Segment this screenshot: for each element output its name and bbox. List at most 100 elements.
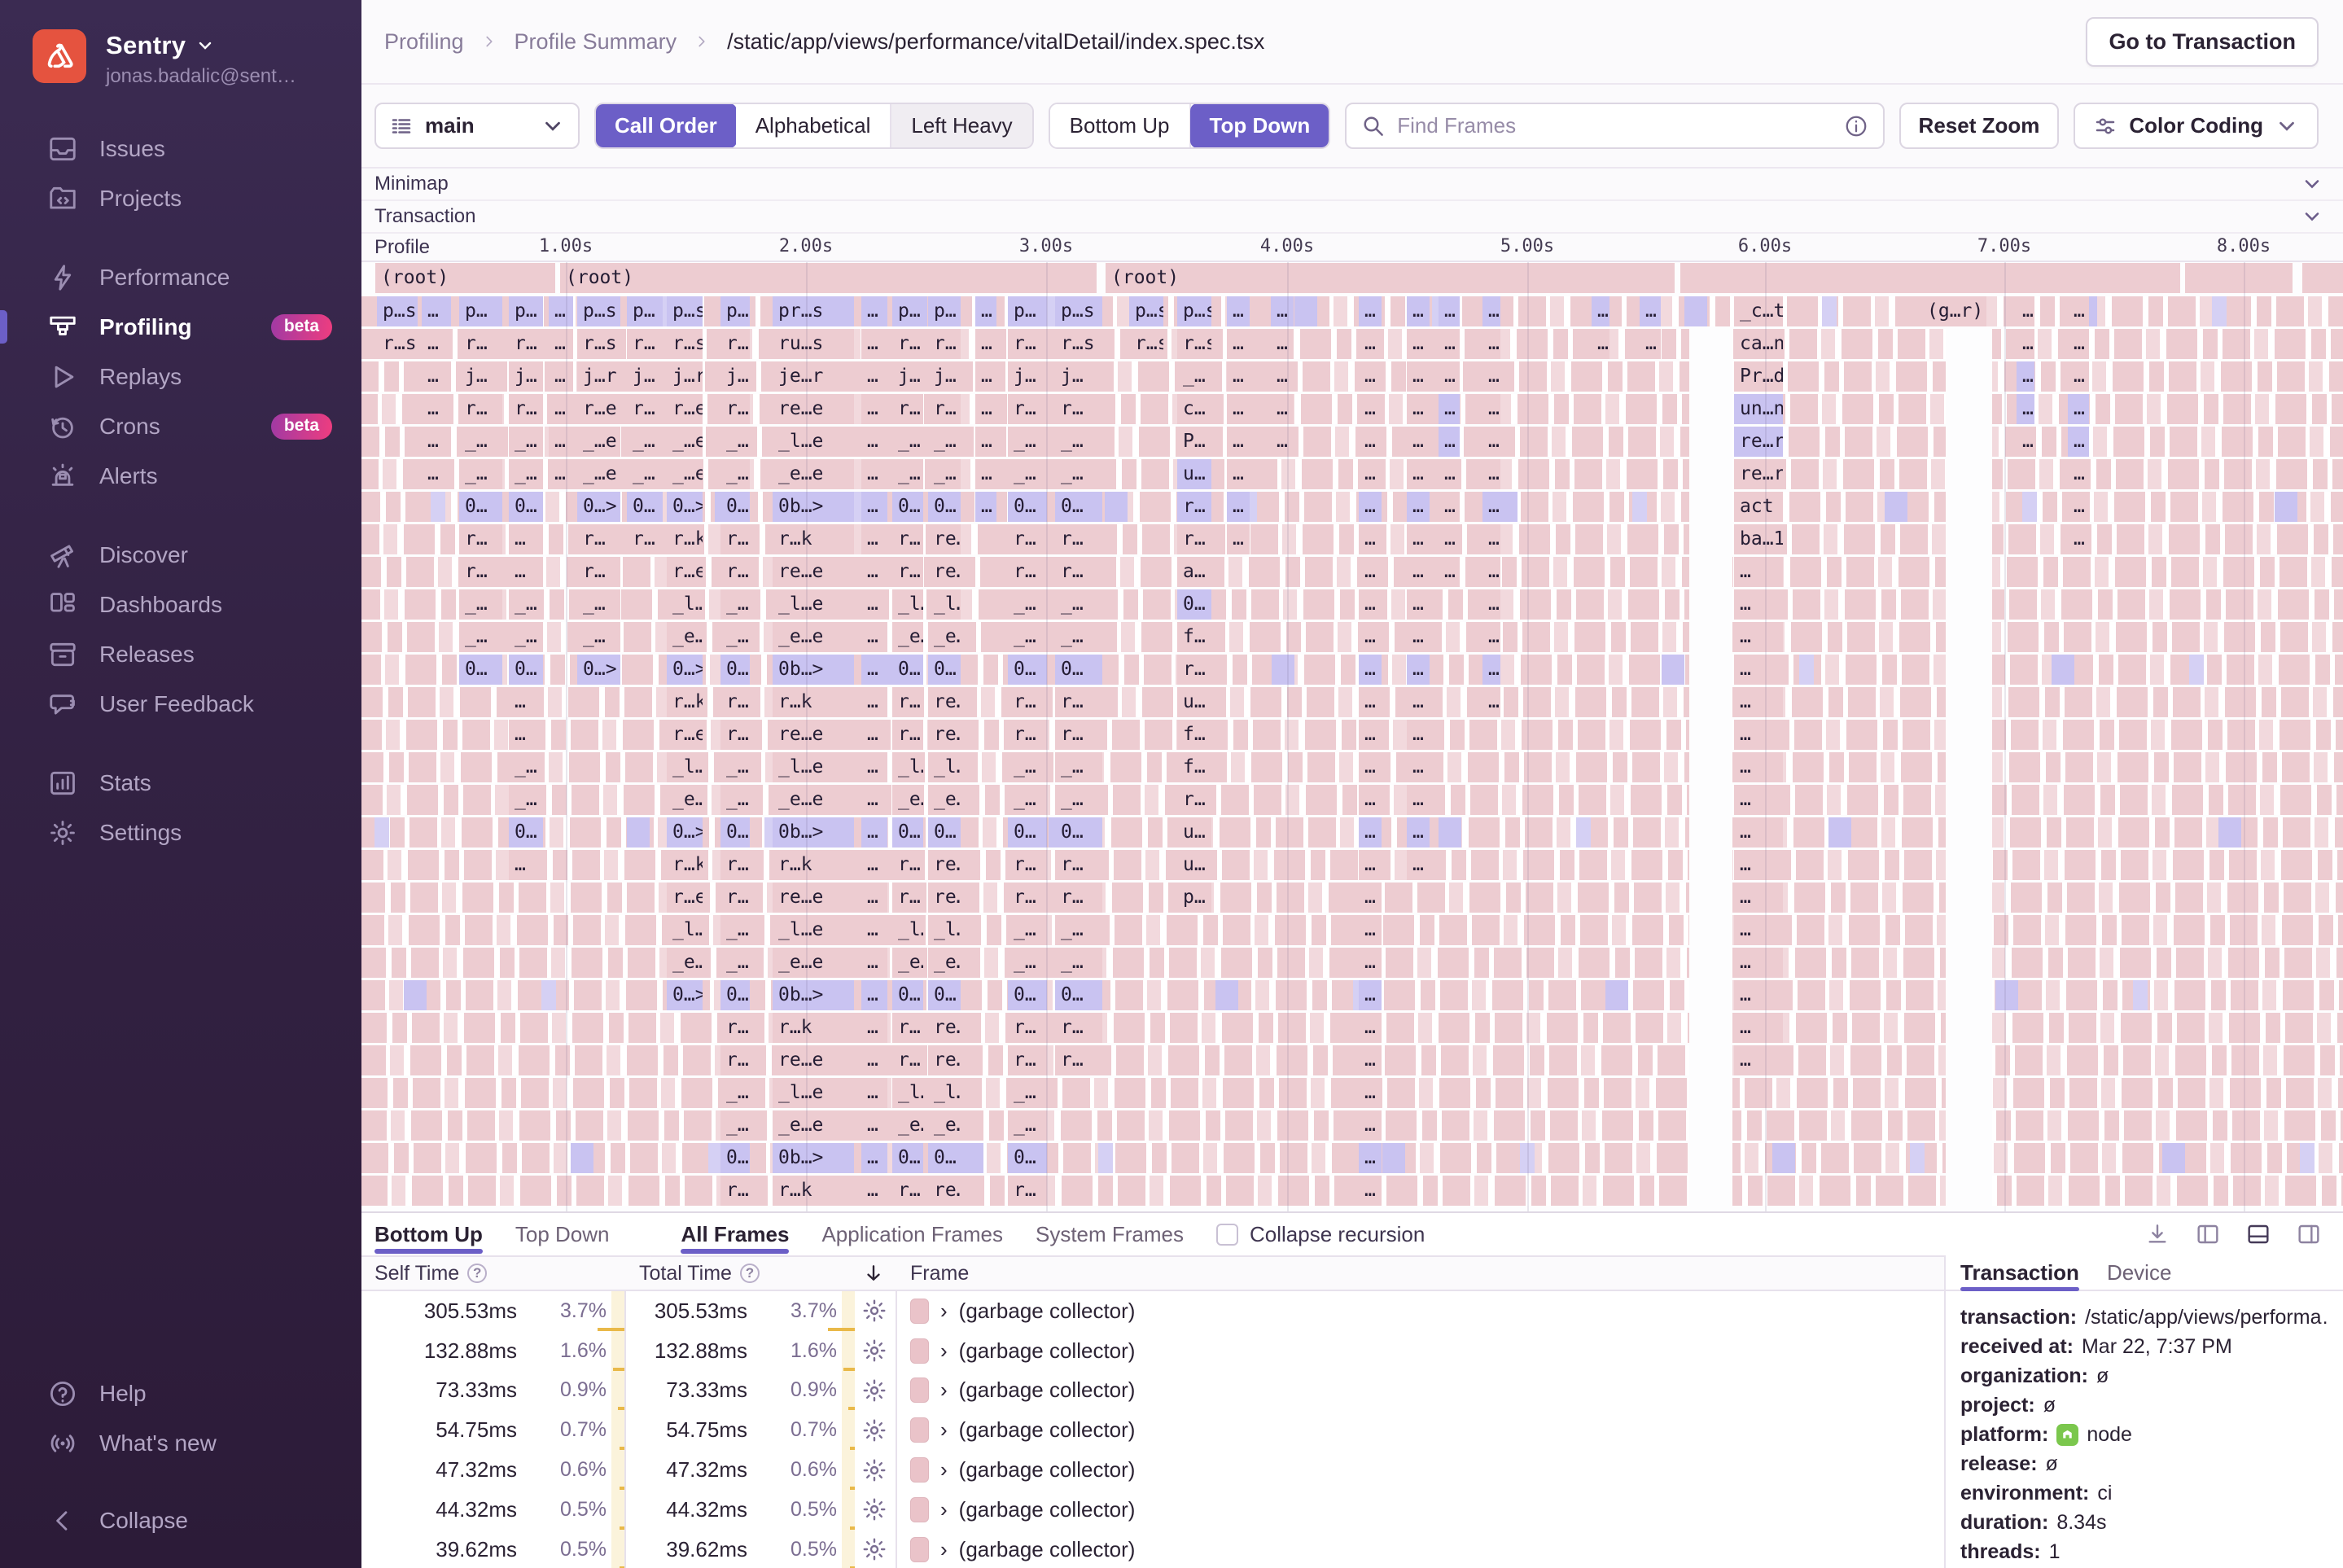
- flame-frame[interactable]: …: [1439, 296, 1460, 326]
- flame-frame[interactable]: …: [1359, 394, 1382, 424]
- gear-icon[interactable]: [861, 1338, 887, 1364]
- flame-frame[interactable]: …: [1271, 361, 1294, 392]
- flame-frame[interactable]: r…: [1055, 1045, 1102, 1075]
- flame-frame[interactable]: pr…s: [773, 296, 854, 326]
- flame-frame[interactable]: r…: [720, 1045, 750, 1075]
- flame-frame[interactable]: 0…: [1008, 817, 1047, 848]
- flame-frame[interactable]: j…: [459, 361, 502, 392]
- flame-frame[interactable]: _…: [1055, 622, 1102, 652]
- flame-frame[interactable]: u…: [1177, 817, 1211, 848]
- flame-frame[interactable]: re…k: [928, 687, 961, 717]
- flame-frame[interactable]: …: [861, 427, 887, 457]
- flame-frame[interactable]: r…: [720, 1176, 750, 1206]
- flame-frame[interactable]: …: [1271, 296, 1294, 326]
- flame-frame[interactable]: r…: [1055, 557, 1102, 587]
- flame-frame[interactable]: r…e: [577, 394, 620, 424]
- flame-frame[interactable]: r…: [1008, 687, 1047, 717]
- collapse-recursion-toggle[interactable]: Collapse recursion: [1216, 1222, 1425, 1247]
- flame-frame[interactable]: …: [549, 296, 573, 326]
- layout-left-icon[interactable]: [2195, 1221, 2221, 1247]
- flame-frame[interactable]: …: [1592, 296, 1609, 326]
- flame-frame[interactable]: _…e: [577, 459, 620, 489]
- search-input[interactable]: [1397, 113, 1833, 138]
- flame-frame[interactable]: _…: [509, 589, 543, 620]
- flame-frame[interactable]: 0…: [459, 655, 502, 685]
- flame-frame[interactable]: r…: [720, 1013, 750, 1043]
- flame-frame[interactable]: _e…: [928, 1110, 961, 1141]
- flame-frame[interactable]: …: [549, 394, 573, 424]
- sort-desc-icon[interactable]: [863, 1263, 884, 1284]
- flame-root-frame[interactable]: (root): [560, 263, 1097, 293]
- flame-frame[interactable]: …: [1734, 655, 1783, 685]
- flame-frame[interactable]: …: [1439, 557, 1460, 587]
- chevron-down-icon[interactable]: [2301, 205, 2323, 228]
- flame-frame[interactable]: …: [975, 361, 996, 392]
- flame-frame[interactable]: p…: [627, 296, 663, 326]
- flame-frame[interactable]: …: [1359, 655, 1382, 685]
- chevron-right-icon[interactable]: ›: [940, 1377, 948, 1403]
- flame-frame[interactable]: r…k: [667, 687, 703, 717]
- gear-icon[interactable]: [861, 1496, 887, 1522]
- flame-frame[interactable]: …: [509, 557, 543, 587]
- flame-frame[interactable]: …: [2017, 427, 2034, 457]
- flame-frame[interactable]: _…: [459, 427, 502, 457]
- flame-frame[interactable]: _…: [1055, 785, 1102, 815]
- flame-frame[interactable]: r…: [928, 394, 961, 424]
- flame-frame[interactable]: 0…: [928, 655, 961, 685]
- sidebar-item-profiling[interactable]: Profiling beta: [0, 302, 361, 352]
- flame-frame[interactable]: …: [1407, 492, 1430, 522]
- flame-frame[interactable]: _l…: [667, 752, 703, 782]
- flame-frame[interactable]: …: [549, 459, 573, 489]
- flame-frame[interactable]: …: [1359, 1078, 1382, 1108]
- flame-frame[interactable]: _…: [720, 915, 750, 945]
- flame-frame[interactable]: _…: [1008, 948, 1047, 978]
- flame-frame[interactable]: …: [1734, 622, 1783, 652]
- flame-frame[interactable]: …: [1407, 361, 1430, 392]
- flame-frame[interactable]: 0b…>: [773, 655, 854, 685]
- flame-frame[interactable]: 0…: [928, 817, 961, 848]
- flame-frame[interactable]: r…: [1055, 394, 1102, 424]
- flame-frame[interactable]: …: [861, 1045, 887, 1075]
- flame-frame[interactable]: _…: [1008, 589, 1047, 620]
- flame-frame[interactable]: r…: [1055, 720, 1102, 750]
- flame-frame[interactable]: …: [861, 459, 887, 489]
- flame-frame[interactable]: …: [1359, 720, 1382, 750]
- chevron-right-icon[interactable]: ›: [940, 1457, 948, 1483]
- flame-frame[interactable]: r…: [892, 557, 923, 587]
- flame-frame[interactable]: …: [549, 427, 573, 457]
- flame-frame[interactable]: …: [1407, 687, 1430, 717]
- flame-frame[interactable]: _…: [509, 427, 543, 457]
- flame-frame[interactable]: 0b…>: [773, 817, 854, 848]
- flame-frame[interactable]: …: [861, 296, 887, 326]
- flame-frame[interactable]: 0…: [509, 817, 543, 848]
- flame-frame[interactable]: _…: [1008, 622, 1047, 652]
- flame-frame[interactable]: …: [1439, 329, 1460, 359]
- flame-frame[interactable]: _e…: [667, 622, 703, 652]
- flame-frame[interactable]: re…e: [928, 557, 961, 587]
- flame-frame[interactable]: _…e: [577, 427, 620, 457]
- color-coding-button[interactable]: Color Coding: [2074, 103, 2319, 149]
- flame-frame[interactable]: …: [861, 1110, 887, 1141]
- flame-frame[interactable]: …: [549, 329, 573, 359]
- flame-frame[interactable]: _…: [459, 622, 502, 652]
- flame-frame[interactable]: _l…: [928, 915, 961, 945]
- table-row[interactable]: 54.75ms 0.7% 54.75ms 0.7% › (garbage collecto…: [361, 1410, 1944, 1451]
- flame-frame[interactable]: 0…: [892, 655, 923, 685]
- flame-frame[interactable]: …: [975, 329, 996, 359]
- flame-frame[interactable]: …: [1359, 1045, 1382, 1075]
- segment-call-order[interactable]: Call Order: [595, 104, 737, 147]
- flame-frame[interactable]: …: [2017, 329, 2034, 359]
- flame-frame[interactable]: …: [861, 752, 887, 782]
- table-row[interactable]: 47.32ms 0.6% 47.32ms 0.6% › (garbage collecto…: [361, 1450, 1944, 1490]
- flame-frame[interactable]: r…k: [667, 850, 703, 880]
- flame-frame[interactable]: r…: [459, 394, 502, 424]
- flame-frame[interactable]: _…: [892, 427, 923, 457]
- flame-frame[interactable]: _e…: [892, 948, 923, 978]
- flame-frame[interactable]: j…: [720, 361, 750, 392]
- flame-frame[interactable]: r…k: [773, 1013, 854, 1043]
- flame-frame[interactable]: _c…t: [1734, 296, 1783, 326]
- flame-frame[interactable]: _…: [1008, 752, 1047, 782]
- sidebar-item-dashboards[interactable]: Dashboards: [0, 580, 361, 629]
- flame-root-frame[interactable]: [2185, 263, 2293, 293]
- flame-frame[interactable]: j…r: [667, 361, 703, 392]
